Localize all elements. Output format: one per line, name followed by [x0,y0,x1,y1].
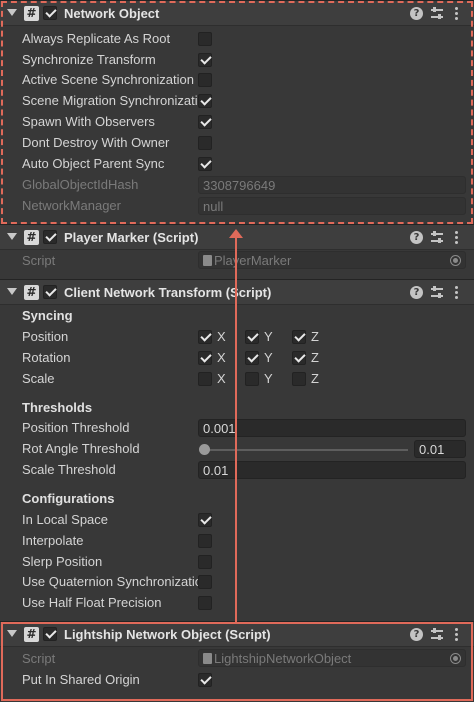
slerp-position-checkbox[interactable] [198,555,212,569]
header-icons: ? [410,285,466,301]
axis-label: X [217,329,226,344]
foldout-arrow-icon[interactable] [7,233,17,240]
scale-z-checkbox[interactable] [292,372,306,386]
axis-label: Y [264,350,273,365]
client-network-transform-enabled-checkbox[interactable] [43,285,57,299]
scale-threshold-input[interactable]: 0.01 [198,461,466,479]
field-label: Position Threshold [22,420,130,435]
scale-x-checkbox[interactable] [198,372,212,386]
position-threshold-input[interactable]: 0.001 [198,419,466,437]
field-row: Position Threshold 0.001 [0,418,474,439]
field-label: In Local Space [22,512,109,527]
sync-row: Position X Y Z [0,327,474,348]
thresholds-heading: Thresholds [22,400,93,415]
field-label: Rot Angle Threshold [22,441,140,456]
field-label: Position [22,329,69,344]
axis-label: Z [311,371,319,386]
rotation-z-checkbox[interactable] [292,351,306,365]
component-title: Client Network Transform (Script) [64,285,272,300]
field-row: Use Half Float Precision [0,593,474,614]
script-name: PlayerMarker [214,253,292,268]
field-label: Interpolate [22,533,84,548]
client-network-transform-header[interactable]: # Client Network Transform (Script) ? [0,279,474,305]
position-y-checkbox[interactable] [245,330,259,344]
arrow-up-icon [229,229,243,238]
field-row: Script PlayerMarker [0,251,474,272]
field-row: Use Quaternion Synchronization [0,572,474,593]
axis-label: Z [311,350,319,365]
presets-icon[interactable] [430,285,444,300]
network-object-highlight [1,1,473,224]
rot-angle-slider-thumb[interactable] [199,444,210,455]
header-icons: ? [410,230,466,246]
field-label: Use Half Float Precision [22,595,162,610]
component-title: Player Marker (Script) [64,230,199,245]
field-label: Scale Threshold [22,462,116,477]
field-row: Interpolate [0,531,474,552]
position-x-checkbox[interactable] [198,330,212,344]
player-marker-enabled-checkbox[interactable] [43,230,57,244]
axis-label: Z [311,329,319,344]
syncing-heading: Syncing [22,308,73,323]
field-row: Slerp Position [0,552,474,573]
axis-label: X [217,350,226,365]
arrow-line [235,236,237,622]
field-label: Slerp Position [22,554,103,569]
field-label: Script [22,253,56,268]
field-label: Rotation [22,350,71,365]
sync-row: Scale X Y Z [0,369,474,390]
script-file-icon [203,255,212,266]
field-row: In Local Space [0,510,474,531]
sync-row: Rotation X Y Z [0,348,474,369]
help-icon[interactable]: ? [410,286,423,299]
lightship-highlight [1,622,473,701]
foldout-arrow-icon[interactable] [7,288,17,295]
field-row: Rot Angle Threshold 0.01 [0,439,474,460]
rotation-y-checkbox[interactable] [245,351,259,365]
field-row: Scale Threshold 0.01 [0,460,474,481]
more-options-icon[interactable] [455,231,459,245]
in-local-space-checkbox[interactable] [198,513,212,527]
field-label: Scale [22,371,55,386]
use-half-float-checkbox[interactable] [198,596,212,610]
object-picker-icon [450,255,461,266]
more-options-icon[interactable] [455,286,459,300]
rot-angle-threshold-input[interactable]: 0.01 [414,440,466,458]
configurations-heading: Configurations [22,491,115,506]
field-label: Use Quaternion Synchronization [22,574,198,589]
position-z-checkbox[interactable] [292,330,306,344]
axis-label: Y [264,329,273,344]
interpolate-checkbox[interactable] [198,534,212,548]
scale-y-checkbox[interactable] [245,372,259,386]
script-hash-icon: # [24,230,39,245]
rotation-x-checkbox[interactable] [198,351,212,365]
use-quaternion-sync-checkbox[interactable] [198,575,212,589]
script-hash-icon: # [24,285,39,300]
help-icon[interactable]: ? [410,231,423,244]
presets-icon[interactable] [430,230,444,245]
axis-label: X [217,371,226,386]
script-object-field: PlayerMarker [198,251,466,269]
axis-label: Y [264,371,273,386]
